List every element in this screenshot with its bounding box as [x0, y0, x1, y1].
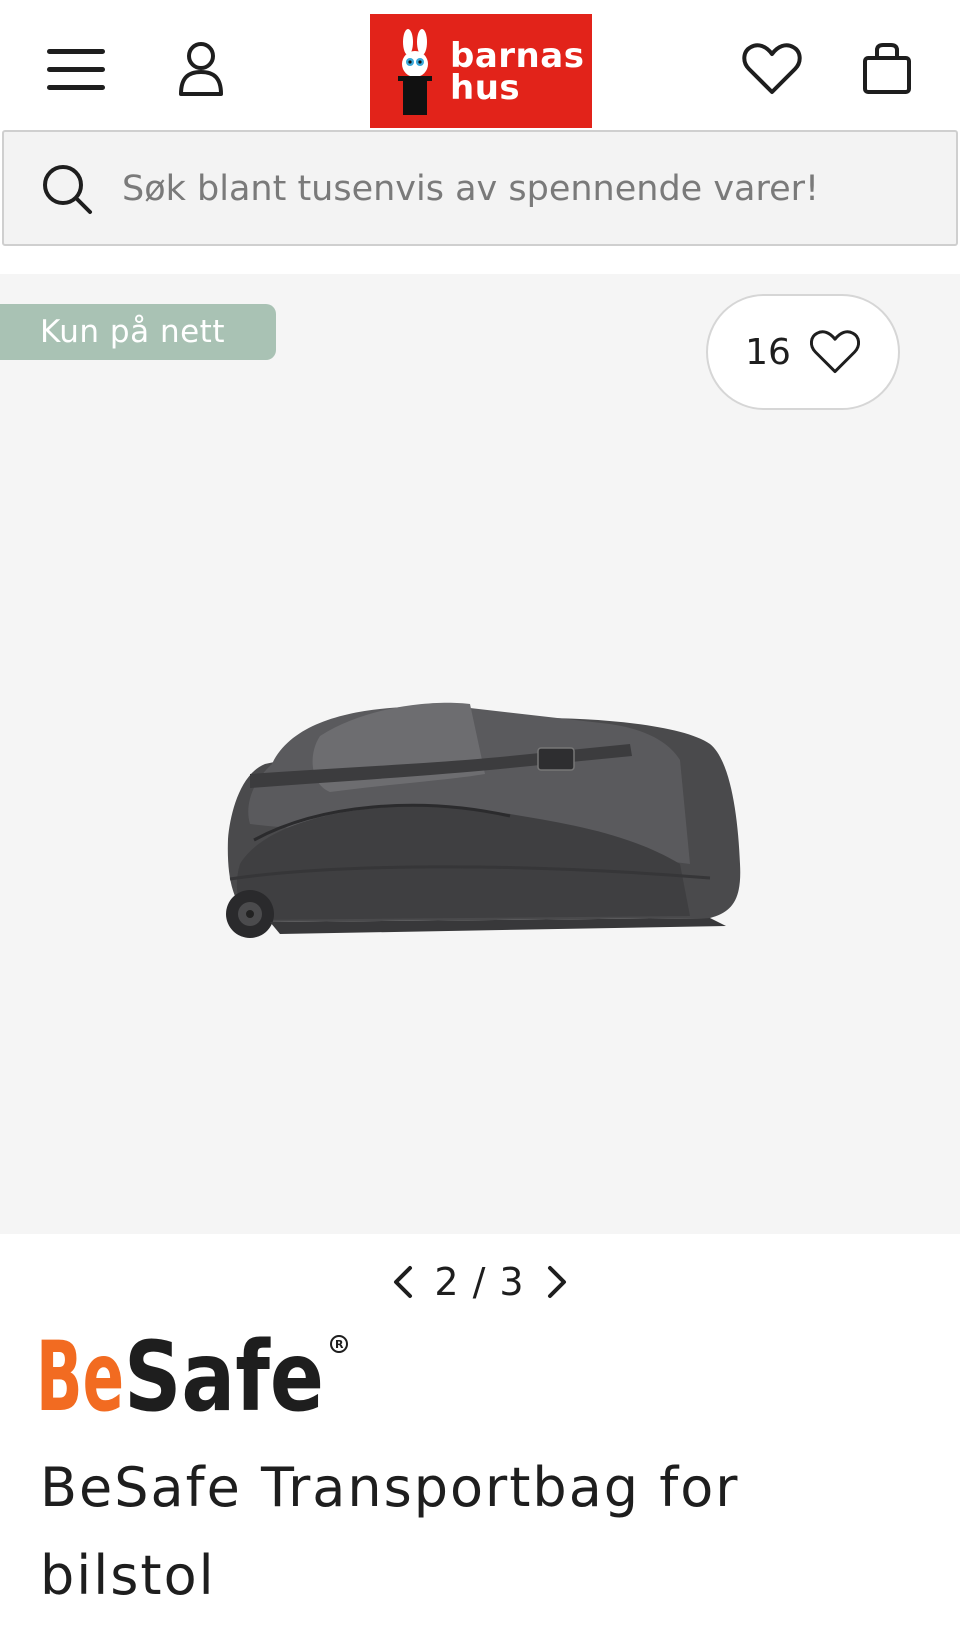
- heart-icon: [742, 43, 802, 94]
- cart-button[interactable]: [856, 36, 918, 102]
- barnas-hus-logo[interactable]: barnas hus: [370, 14, 592, 128]
- logo-text: barnas hus: [450, 39, 584, 108]
- pager-separator: /: [472, 1260, 488, 1304]
- search-bar[interactable]: [2, 130, 958, 246]
- wishlist-button[interactable]: [736, 36, 808, 102]
- menu-icon: [47, 49, 105, 90]
- svg-text:Be: Be: [36, 1321, 124, 1430]
- online-only-badge: Kun på nett: [0, 304, 276, 360]
- like-count: 16: [745, 331, 791, 373]
- search-input[interactable]: [122, 160, 942, 218]
- svg-text:Safe: Safe: [124, 1321, 324, 1430]
- besafe-brand-logo[interactable]: Be Safe R: [36, 1320, 376, 1430]
- pager-total: 3: [499, 1260, 526, 1304]
- site-header: barnas hus: [0, 0, 960, 130]
- user-icon: [179, 42, 223, 96]
- next-image-button[interactable]: [538, 1257, 578, 1307]
- product-title: BeSafe Transportbag for bilstol: [40, 1456, 740, 1607]
- menu-button[interactable]: [40, 40, 110, 100]
- product-image: [226, 702, 741, 938]
- product-image-gallery[interactable]: Kun på nett 16: [0, 274, 960, 1234]
- pager-current: 2: [434, 1260, 461, 1304]
- gallery-pager: 2 / 3: [380, 1254, 580, 1310]
- logo-text-line2: hus: [450, 68, 521, 108]
- shopping-bag-icon: [863, 43, 911, 94]
- svg-text:R: R: [335, 1338, 344, 1351]
- heart-icon: [809, 330, 860, 374]
- chevron-right-icon: [547, 1266, 566, 1298]
- rabbit-logo-icon: [398, 29, 432, 115]
- previous-image-button[interactable]: [382, 1257, 422, 1307]
- chevron-left-icon: [394, 1266, 413, 1298]
- like-button[interactable]: 16: [706, 294, 900, 410]
- account-button[interactable]: [170, 36, 232, 102]
- search-icon[interactable]: [40, 162, 94, 216]
